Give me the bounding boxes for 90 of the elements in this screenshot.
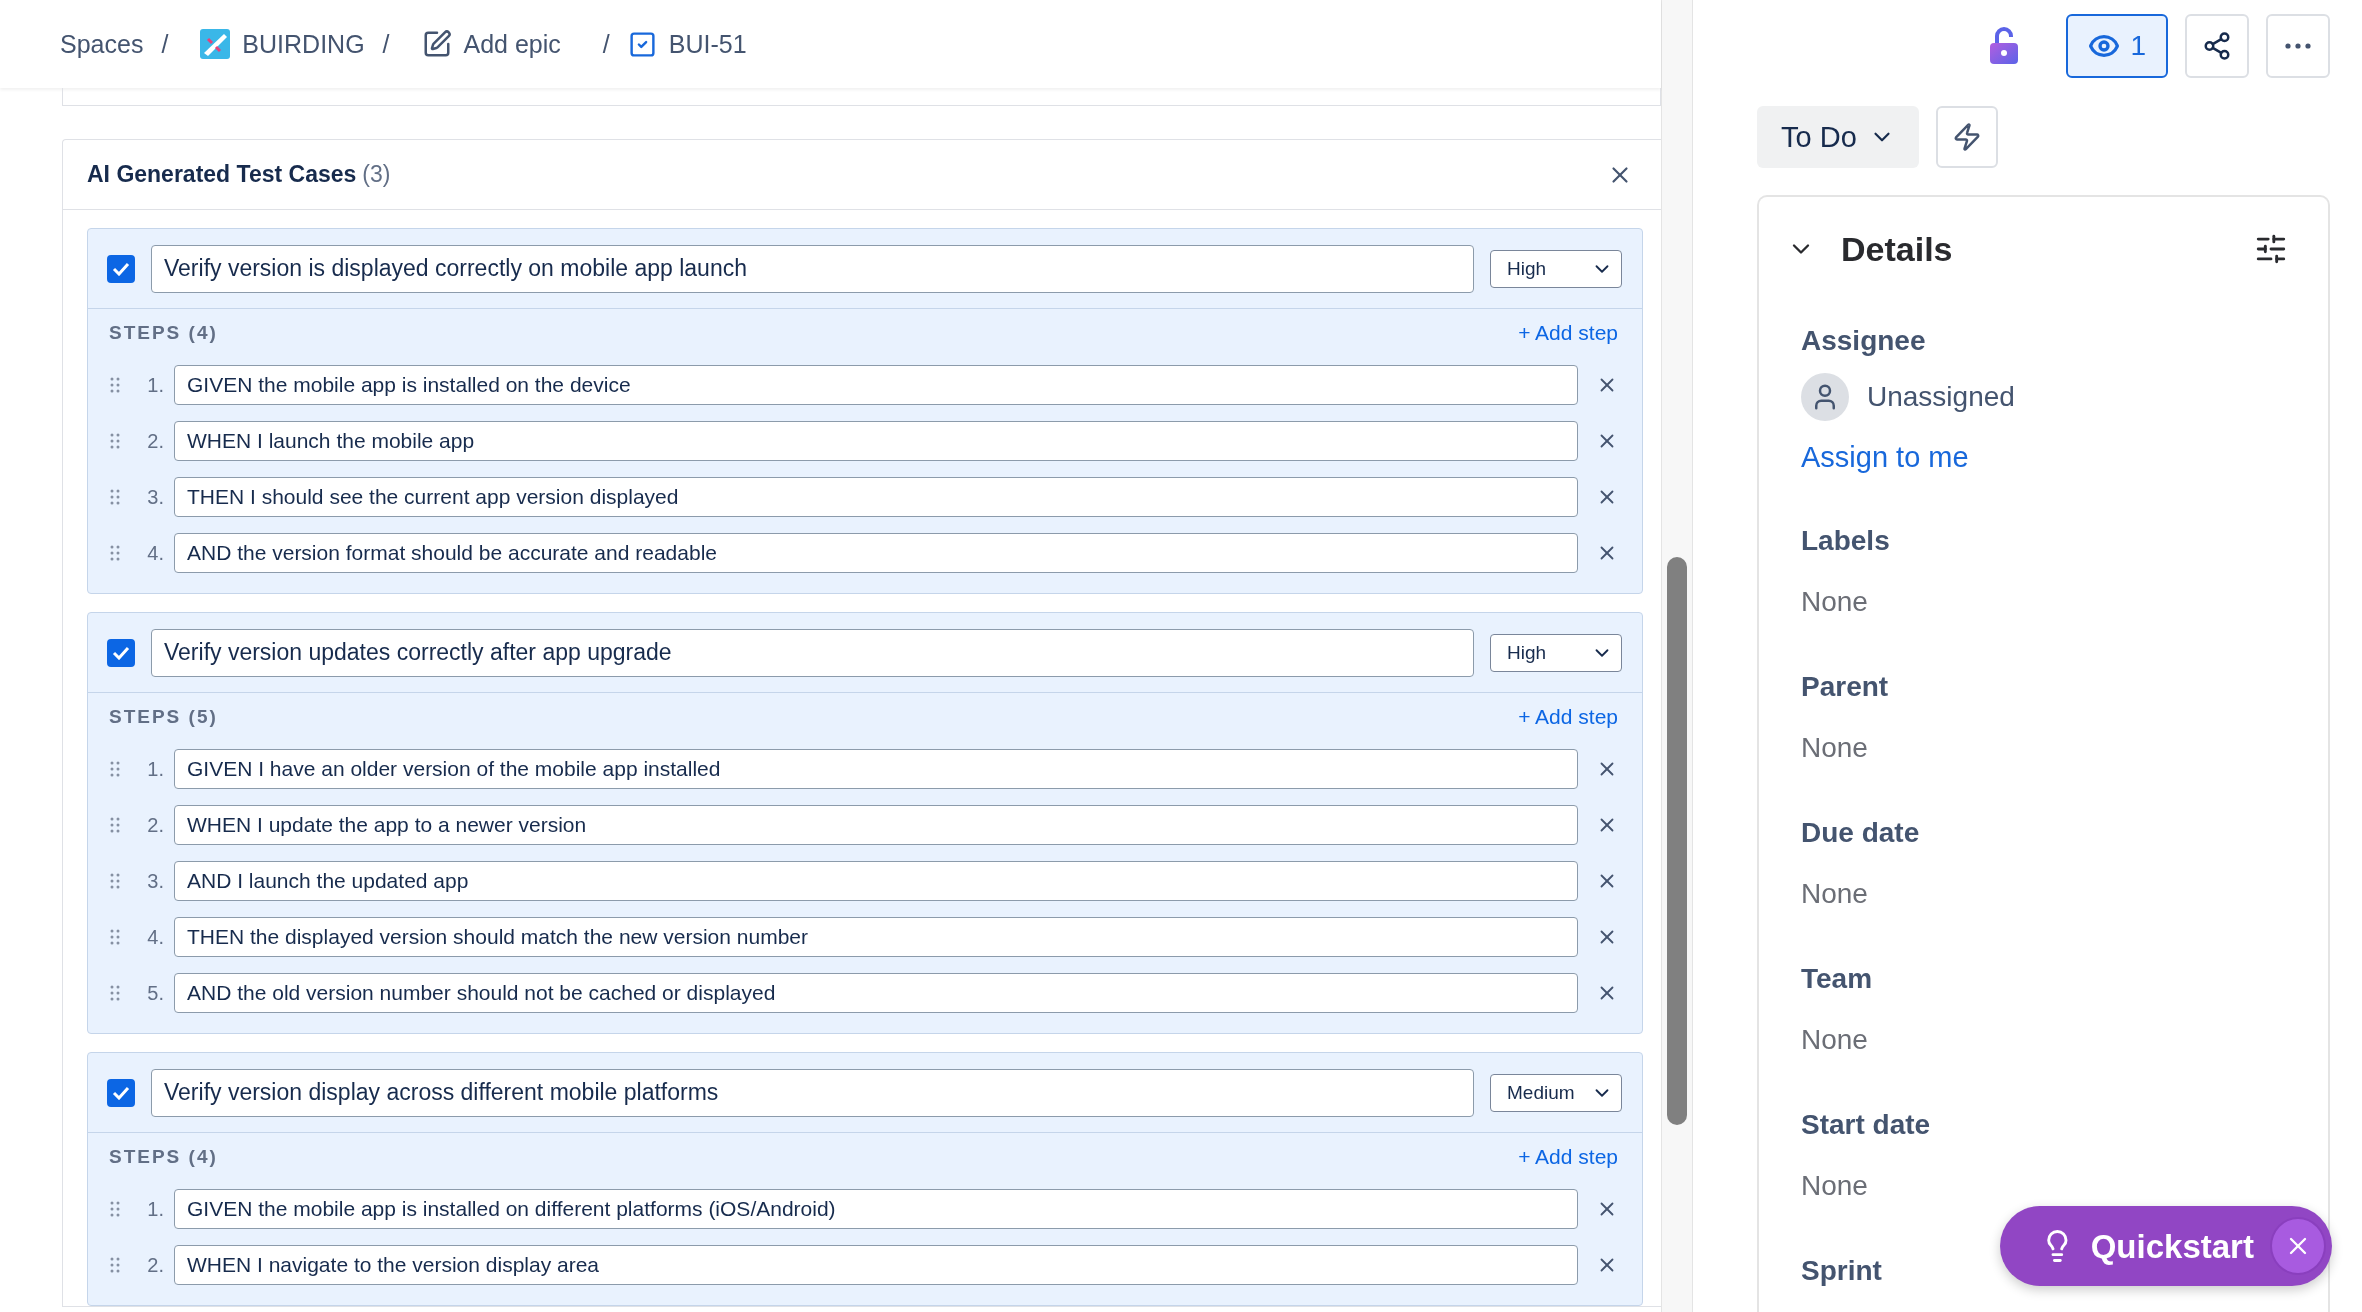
step-number: 3. <box>146 485 164 509</box>
step-number: 5. <box>146 981 164 1005</box>
drag-handle-icon[interactable] <box>109 1200 121 1218</box>
quickstart-label: Quickstart <box>2090 1229 2254 1263</box>
unlocked-padlock-icon[interactable] <box>1989 27 2020 65</box>
breadcrumb-link[interactable]: Spaces <box>60 29 144 59</box>
step-number: 2. <box>146 1253 164 1277</box>
test-case-title-field[interactable]: Verify version is displayed correctly on mobile app launch <box>151 244 1474 293</box>
step-field[interactable]: WHEN I launch the mobile app <box>174 421 1578 461</box>
drag-handle-icon[interactable] <box>109 432 121 450</box>
priority-select[interactable]: High <box>1490 633 1622 672</box>
add-step-link[interactable]: + Add step <box>1518 321 1618 345</box>
drag-handle-icon[interactable] <box>109 488 121 506</box>
status-dropdown[interactable]: To Do <box>1757 106 1919 168</box>
add-step-link[interactable]: + Add step <box>1518 705 1618 729</box>
checkbox[interactable] <box>107 254 135 283</box>
field-label: Parent <box>1801 670 1889 703</box>
priority-select[interactable]: Medium <box>1490 1073 1622 1112</box>
share-icon <box>2202 31 2232 61</box>
field-value[interactable]: None <box>1801 1020 1868 1060</box>
share-button[interactable] <box>2185 14 2249 78</box>
priority-select[interactable]: High <box>1490 249 1622 288</box>
assignee-value: Unassigned <box>1867 381 2015 413</box>
step-field[interactable]: AND the old version number should not be cached or displayed <box>174 973 1578 1013</box>
breadcrumb-link[interactable]: BUIRDING <box>200 29 365 59</box>
field-value[interactable]: None <box>1801 728 1868 768</box>
test-case-title-field[interactable]: Verify version display across different mobile platforms <box>151 1068 1474 1117</box>
step-field[interactable]: AND the version format should be accurate and readable <box>174 533 1578 573</box>
drag-handle-icon[interactable] <box>109 872 121 890</box>
scrollbar-thumb[interactable] <box>1667 557 1687 1125</box>
assign-to-me-link[interactable]: Assign to me <box>1801 437 2328 477</box>
step-number: 2. <box>146 429 164 453</box>
checkbox[interactable] <box>107 638 135 667</box>
checkmark-icon <box>112 645 130 660</box>
field-label: Sprint <box>1801 1254 1882 1287</box>
drag-handle-icon[interactable] <box>109 376 121 394</box>
step-number: 1. <box>146 1197 164 1221</box>
avatar-icon <box>1801 373 1849 421</box>
step-field[interactable]: GIVEN I have an older version of the mobile app installed <box>174 749 1578 789</box>
panel-title: AI Generated Test Cases (3) <box>87 161 391 188</box>
details-toggle[interactable]: Details <box>1787 229 1953 269</box>
step-number: 1. <box>146 373 164 397</box>
breadcrumb-separator: / <box>382 29 390 59</box>
settings-button[interactable] <box>2254 232 2288 266</box>
drag-handle-icon[interactable] <box>109 816 121 834</box>
drag-handle-icon[interactable] <box>109 984 121 1002</box>
field-label: Due date <box>1801 816 1920 849</box>
checkbox-square-icon <box>627 29 657 59</box>
steps-label: STEPS (4) <box>109 1146 218 1168</box>
checkmark-icon <box>112 261 130 276</box>
step-field[interactable]: THEN the displayed version should match the new version number <box>174 917 1578 957</box>
field-label: Team <box>1801 962 1873 995</box>
step-number: 3. <box>146 869 164 893</box>
add-step-link[interactable]: + Add step <box>1518 1145 1618 1169</box>
breadcrumb-separator: / <box>161 29 169 59</box>
more-icon <box>2285 43 2311 49</box>
step-field[interactable]: THEN I should see the current app version displayed <box>174 477 1578 517</box>
step-number: 4. <box>146 925 164 949</box>
breadcrumb-link[interactable]: BUI-51 <box>627 29 747 59</box>
step-field[interactable]: GIVEN the mobile app is installed on different platforms (iOS/Android) <box>174 1189 1578 1229</box>
drag-handle-icon[interactable] <box>109 1256 121 1274</box>
checkbox[interactable] <box>107 1078 135 1107</box>
step-field[interactable]: WHEN I navigate to the version display area <box>174 1245 1578 1285</box>
field-value[interactable]: None <box>1801 874 1868 914</box>
step-number: 1. <box>146 757 164 781</box>
step-field[interactable]: WHEN I update the app to a newer version <box>174 805 1578 845</box>
checkmark-icon <box>112 1085 130 1100</box>
field-label: Start date <box>1801 1108 1931 1141</box>
step-field[interactable]: AND I launch the updated app <box>174 861 1578 901</box>
step-number: 2. <box>146 813 164 837</box>
step-field[interactable]: GIVEN the mobile app is installed on the device <box>174 365 1578 405</box>
field-label: Labels <box>1801 524 1890 557</box>
field-value[interactable]: None <box>1801 582 1868 622</box>
drag-handle-icon[interactable] <box>109 544 121 562</box>
steps-label: STEPS (5) <box>109 706 218 728</box>
breadcrumb-link[interactable]: Add epic <box>421 29 561 59</box>
space-logo-icon <box>200 29 231 59</box>
automation-button[interactable] <box>1935 106 1998 168</box>
quickstart-button[interactable]: Quickstart <box>2000 1206 2332 1286</box>
sliders-icon <box>2254 232 2288 266</box>
test-case-title-field[interactable]: Verify version updates correctly after app upgrade <box>151 628 1474 677</box>
field-value[interactable]: None <box>1801 1166 1868 1206</box>
field-label: Assignee <box>1801 324 1926 357</box>
step-number: 4. <box>146 541 164 565</box>
watch-button[interactable]: 1 <box>2066 14 2168 78</box>
drag-handle-icon[interactable] <box>109 928 121 946</box>
breadcrumb-separator: / <box>602 29 610 59</box>
close-button[interactable] <box>2269 1217 2326 1275</box>
drag-handle-icon[interactable] <box>109 760 121 778</box>
steps-label: STEPS (4) <box>109 322 218 344</box>
